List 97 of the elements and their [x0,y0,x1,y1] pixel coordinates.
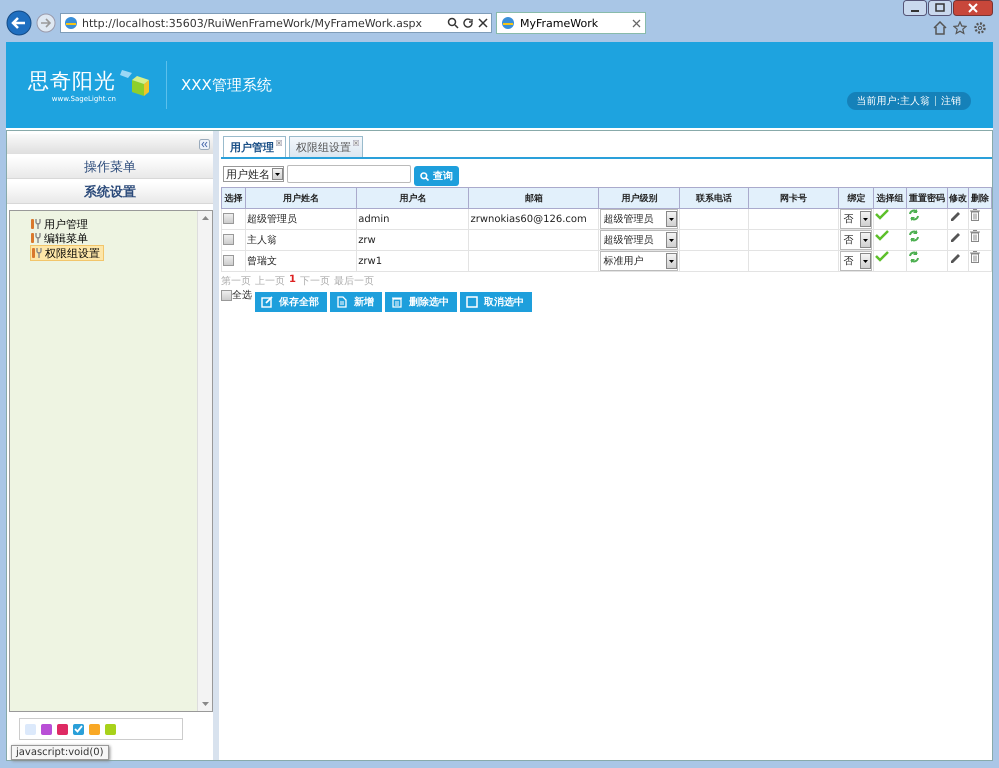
column-header: 联系电话 [680,188,748,208]
theme-swatch[interactable] [89,724,100,734]
dropdown-arrow-icon [275,172,280,176]
table-cell: 曾瑞文 [245,250,357,272]
refresh-arrows-icon[interactable] [908,230,920,242]
trash-icon[interactable] [970,251,980,263]
system-title: XXX管理系统 [181,76,273,94]
edit-icon [261,296,273,308]
dropdown-arrow-icon [669,260,674,262]
column-header: 邮箱 [468,188,599,208]
globe-icon [64,16,78,30]
menu-section[interactable]: 操作菜单 [7,156,213,179]
search-icon[interactable] [447,17,459,29]
tree-item[interactable]: 用户管理 [30,217,91,231]
logo-text: 思奇阳光 [28,68,116,95]
document-icon [336,296,348,308]
dropdown-arrow-icon [669,238,674,242]
dropdown-arrow-icon [863,260,868,262]
globe-icon [501,16,515,30]
column-header: 选择 [222,188,246,208]
theme-swatch[interactable] [57,724,68,734]
logout-link[interactable]: 注销 [941,94,961,108]
current-page-number[interactable]: 1 [289,274,296,288]
tree-item[interactable]: 编辑菜单 [30,231,91,245]
trash-icon [391,296,403,308]
level-select[interactable]: 超级管理员 [600,230,678,250]
maximize-icon[interactable] [928,0,952,16]
star-icon[interactable] [953,21,967,35]
trash-icon[interactable] [970,209,980,221]
column-header: 用户名 [356,188,469,208]
dropdown-arrow-icon [863,238,868,242]
collapse-icon[interactable] [199,138,210,150]
theme-swatch[interactable] [25,724,36,734]
column-header: 重置密码 [906,188,948,208]
close-icon[interactable] [953,0,993,16]
address-bar[interactable]: http://localhost:35603/RuiWenFrameWork/MyFrameWork.aspx [60,13,492,33]
browser-tab[interactable]: MyFrameWork [496,12,646,34]
pencil-icon[interactable] [949,251,962,263]
column-header: 删除 [968,188,992,208]
bound-select[interactable]: 否 [840,251,872,271]
bound-select[interactable]: 否 [840,209,872,229]
tools-icon [30,232,43,244]
column-header: 绑定 [838,188,874,208]
status-tooltip: javascript:void(0) [11,745,109,760]
trash-icon[interactable] [970,230,980,242]
search-input[interactable] [287,165,411,183]
pencil-icon[interactable] [949,230,962,242]
row-checkbox[interactable] [223,255,234,266]
table-cell: 主人翁 [245,230,357,250]
checkmark-icon[interactable] [875,209,890,220]
checkmark-icon[interactable] [875,230,890,241]
table-cell: zrwnokias60@126.com [468,208,599,230]
dropdown-arrow-icon [863,218,868,220]
scroll-down-icon[interactable] [202,702,208,707]
table-cell: 超级管理员 [245,208,357,230]
column-header: 修改 [948,188,969,208]
checkmark-icon[interactable] [875,251,890,262]
row-checkbox[interactable] [223,213,234,224]
select-all-checkbox[interactable] [221,290,232,300]
minimize-icon[interactable] [903,0,927,16]
page-tab[interactable]: 用户管理 [223,136,286,157]
tools-icon [31,247,44,259]
back-icon[interactable] [6,10,32,36]
settings-icon[interactable] [973,21,987,35]
tools-icon [30,218,43,230]
square-icon [466,296,478,308]
column-header: 选择组 [874,188,906,208]
scroll-up-icon[interactable] [202,215,208,220]
column-header: 用户级别 [598,188,680,208]
level-select[interactable]: 标准用户 [600,251,678,271]
dropdown-arrow-icon [669,218,674,220]
close-icon[interactable] [632,18,641,28]
home-icon[interactable] [933,21,947,35]
column-header: 用户姓名 [245,188,357,208]
menu-section[interactable]: 系统设置 [7,181,213,204]
theme-swatch[interactable] [105,724,116,734]
search-icon [420,172,429,180]
table-cell: admin [356,208,469,230]
table-cell: zrw1 [356,250,469,272]
search-field-select[interactable]: 用户姓名 [223,166,284,182]
theme-swatch[interactable] [41,724,52,734]
tree-item[interactable]: 权限组设置 [30,245,104,261]
close-icon[interactable] [478,18,488,28]
table-cell: zrw [356,230,469,250]
current-user-label: 当前用户:主人翁 [856,94,930,108]
theme-swatch[interactable] [73,724,84,734]
select-all-label: 全选 [232,288,252,302]
row-checkbox[interactable] [223,234,234,246]
check-icon [74,725,83,733]
column-header: 网卡号 [748,188,839,208]
forward-icon[interactable] [36,13,56,33]
bound-select[interactable]: 否 [840,230,872,250]
page-tab[interactable]: 权限组设置 [289,136,363,157]
level-select[interactable]: 超级管理员 [600,209,678,229]
refresh-arrows-icon[interactable] [908,209,920,221]
refresh-icon[interactable] [463,18,474,28]
refresh-arrows-icon[interactable] [908,251,920,263]
